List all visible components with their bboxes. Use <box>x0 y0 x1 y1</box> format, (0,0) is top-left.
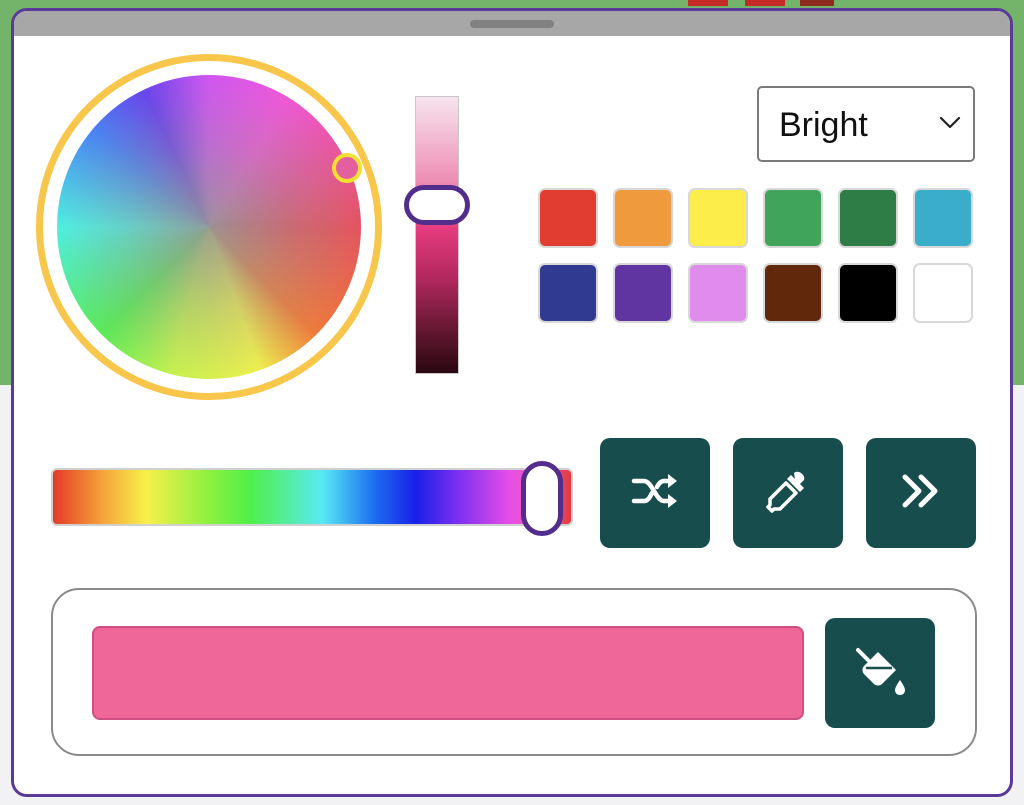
swatch-navy[interactable] <box>538 263 598 323</box>
panel-header[interactable] <box>14 11 1010 36</box>
color-wheel[interactable] <box>57 75 361 379</box>
next-button[interactable] <box>866 438 976 548</box>
double-chevron-right-icon <box>899 471 943 516</box>
hue-slider[interactable] <box>51 468 573 526</box>
shade-slider[interactable] <box>415 96 459 374</box>
swatch-red[interactable] <box>538 188 598 248</box>
background-decoration <box>800 0 834 6</box>
chevron-down-icon <box>939 116 961 135</box>
eyedropper-button[interactable] <box>733 438 843 548</box>
swatch-brown[interactable] <box>763 263 823 323</box>
fill-button[interactable] <box>825 618 935 728</box>
eyedropper-icon <box>764 467 812 520</box>
shade-slider-thumb[interactable] <box>404 185 470 225</box>
random-color-button[interactable] <box>600 438 710 548</box>
swatch-orange[interactable] <box>613 188 673 248</box>
shuffle-icon <box>630 471 680 516</box>
swatch-white[interactable] <box>913 263 973 323</box>
swatch-teal[interactable] <box>913 188 973 248</box>
swatch-yellow[interactable] <box>688 188 748 248</box>
color-wheel-ring <box>36 54 382 400</box>
palette-select[interactable]: Bright <box>757 86 975 162</box>
background-decoration <box>745 0 785 6</box>
swatch-dark-green[interactable] <box>838 188 898 248</box>
palette-select-value: Bright <box>779 106 868 144</box>
swatch-purple[interactable] <box>613 263 673 323</box>
swatch-black[interactable] <box>838 263 898 323</box>
hue-slider-thumb[interactable] <box>521 461 563 536</box>
color-preview-card <box>51 588 977 756</box>
swatch-green[interactable] <box>763 188 823 248</box>
color-picker-panel: Bright <box>11 8 1013 797</box>
current-color-preview <box>92 626 804 720</box>
color-wheel-cursor[interactable] <box>332 153 362 183</box>
drag-handle[interactable] <box>470 20 554 28</box>
background-decoration <box>688 0 728 6</box>
paint-bucket-icon <box>852 644 908 703</box>
swatch-lavender[interactable] <box>688 263 748 323</box>
